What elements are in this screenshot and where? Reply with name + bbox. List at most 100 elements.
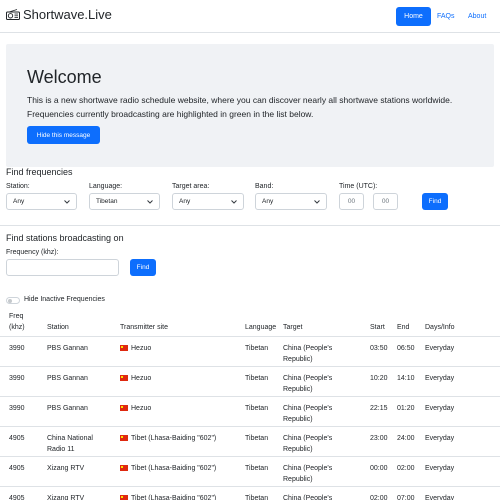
cell-text: Tibetan xyxy=(245,465,269,472)
cell-text: 03:50 xyxy=(370,345,388,352)
chevron-down-icon xyxy=(64,200,70,204)
hide-inactive-label: Hide Inactive Frequencies xyxy=(24,296,105,303)
cell-text: 02:00 xyxy=(370,495,388,500)
band-select-value: Any xyxy=(262,198,274,205)
navbar: Shortwave.Live Home FAQs About xyxy=(0,0,500,33)
cell-end: 01:20 xyxy=(397,403,415,414)
cell-days: Everyday xyxy=(425,343,454,354)
table-row: 3990 PBS Gannan Hezuo Tibetan China (People'… xyxy=(0,336,500,366)
china-flag-icon xyxy=(120,405,128,411)
cell-text: 4905 xyxy=(9,435,25,442)
cell-station: PBS Gannan xyxy=(47,343,88,354)
chevron-down-icon xyxy=(147,200,153,204)
hide-message-button[interactable]: Hide this message xyxy=(27,126,100,144)
cell-text: 22:15 xyxy=(370,405,388,412)
cell-language: Tibetan xyxy=(245,373,268,384)
cell-text: Xizang RTV xyxy=(47,495,85,500)
cell-target: China (People's Republic) xyxy=(283,373,332,395)
cell-text: 10:20 xyxy=(370,375,388,382)
china-flag-icon xyxy=(120,435,128,441)
chevron-down-icon xyxy=(231,200,237,204)
china-flag-icon xyxy=(120,465,128,471)
find-stations-button[interactable]: Find xyxy=(130,259,156,276)
cell-station: PBS Gannan xyxy=(47,373,88,384)
cell-text: Tibet (Lhasa-Baiding "602") xyxy=(131,465,217,472)
cell-freq: 4905 xyxy=(9,463,25,474)
cell-text: 14:10 xyxy=(397,375,415,382)
nav-about-link[interactable]: About xyxy=(468,7,486,26)
cell-end: 07:00 xyxy=(397,493,415,500)
cell-text: Everyday xyxy=(425,375,455,382)
china-flag-icon xyxy=(120,345,128,351)
band-select[interactable]: Any xyxy=(255,193,327,210)
find-frequencies-button[interactable]: Find xyxy=(422,193,448,210)
cell-text-line2: Republic) xyxy=(283,416,313,423)
table-row: 4905 Xizang RTV Tibet (Lhasa-Baiding "602"… xyxy=(0,456,500,486)
cell-text: 23:00 xyxy=(370,435,388,442)
cell-freq: 4905 xyxy=(9,433,25,444)
cell-freq: 3990 xyxy=(9,403,25,414)
cell-text: China (People's xyxy=(283,495,333,500)
cell-days: Everyday xyxy=(425,493,454,500)
header-freq: Freq xyxy=(9,313,24,320)
chevron-down-icon xyxy=(314,200,320,204)
brand[interactable]: Shortwave.Live xyxy=(6,7,112,22)
frequency-label: Frequency (khz): xyxy=(6,249,59,256)
cell-end: 02:00 xyxy=(397,463,415,474)
cell-target: China (People's Republic) xyxy=(283,463,332,485)
language-select-value: Tibetan xyxy=(96,198,118,205)
header-freq-unit: (khz) xyxy=(9,324,25,331)
target-area-label: Target area: xyxy=(172,183,210,190)
cell-text: 3990 xyxy=(9,405,25,412)
cell-target: China (People's xyxy=(283,493,332,500)
cell-target: China (People's Republic) xyxy=(283,403,332,425)
time-label: Time (UTC): xyxy=(339,183,378,190)
cell-language: Tibetan xyxy=(245,493,268,500)
welcome-title: Welcome xyxy=(27,67,102,87)
header-station: Station xyxy=(47,324,69,331)
cell-text: 3990 xyxy=(9,345,25,352)
cell-text: Tibet (Lhasa-Baiding "602") xyxy=(131,495,217,500)
cell-end: 06:50 xyxy=(397,343,415,354)
cell-text: 24:00 xyxy=(397,435,415,442)
divider xyxy=(0,225,500,226)
cell-days: Everyday xyxy=(425,463,454,474)
cell-language: Tibetan xyxy=(245,343,268,354)
nav-faqs-link[interactable]: FAQs xyxy=(437,7,455,26)
cell-text: Tibet (Lhasa-Baiding "602") xyxy=(131,435,217,442)
cell-text: Everyday xyxy=(425,435,455,442)
target-area-select[interactable]: Any xyxy=(172,193,244,210)
cell-text: Everyday xyxy=(425,465,455,472)
table-row: 3990 PBS Gannan Hezuo Tibetan China (People'… xyxy=(0,366,500,396)
nav-home-button[interactable]: Home xyxy=(396,7,431,26)
time-minutes-input[interactable]: 00 xyxy=(373,193,398,210)
china-flag-icon xyxy=(120,375,128,381)
cell-text: Tibetan xyxy=(245,435,269,442)
cell-freq: 4905 xyxy=(9,493,25,500)
cell-station: PBS Gannan xyxy=(47,403,88,414)
cell-text: Hezuo xyxy=(131,345,152,352)
cell-freq: 3990 xyxy=(9,343,25,354)
cell-text: 4905 xyxy=(9,495,25,500)
welcome-panel: Welcome This is a new shortwave radio sc… xyxy=(6,44,494,167)
frequency-input[interactable] xyxy=(6,259,119,276)
cell-text: Tibetan xyxy=(245,405,269,412)
header-transmitter: Transmitter site xyxy=(120,324,168,331)
cell-target: China (People's Republic) xyxy=(283,433,332,455)
cell-text: 3990 xyxy=(9,375,25,382)
cell-text: PBS Gannan xyxy=(47,345,88,352)
target-area-select-value: Any xyxy=(179,198,191,205)
table-row: 4905 China National Radio 11 Tibet (Lhasa-B… xyxy=(0,426,500,456)
header-language: Language xyxy=(245,324,277,331)
cell-site: Tibet (Lhasa-Baiding "602") xyxy=(120,463,216,474)
cell-text: 06:50 xyxy=(397,345,415,352)
station-select[interactable]: Any xyxy=(6,193,77,210)
cell-days: Everyday xyxy=(425,373,454,384)
cell-text-line2: Republic) xyxy=(283,386,313,393)
cell-days: Everyday xyxy=(425,433,454,444)
cell-text-line2: Republic) xyxy=(283,446,313,453)
cell-start: 02:00 xyxy=(370,493,388,500)
time-hours-input[interactable]: 00 xyxy=(339,193,364,210)
hide-inactive-toggle[interactable] xyxy=(6,297,20,304)
language-select[interactable]: Tibetan xyxy=(89,193,160,210)
